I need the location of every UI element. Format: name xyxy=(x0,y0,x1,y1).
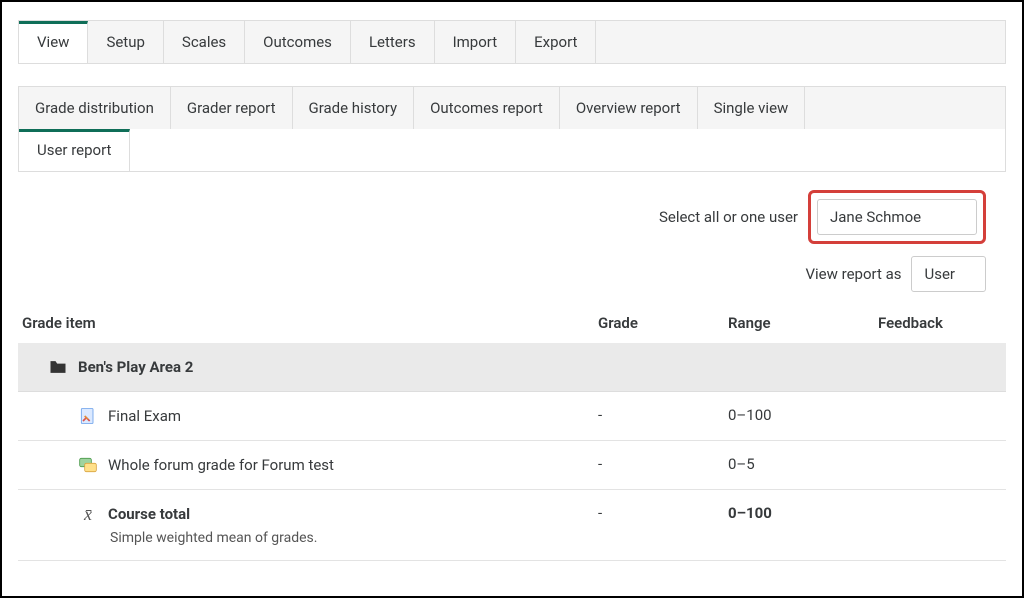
table-row: Whole forum grade for Forum test - 0–5 xyxy=(18,441,1006,490)
secondary-tab-row-2: User report xyxy=(18,129,1006,172)
forum-icon xyxy=(78,455,98,475)
grade-value: - xyxy=(598,406,728,424)
user-select-value: Jane Schmoe xyxy=(830,208,921,226)
range-value: 0–100 xyxy=(728,504,878,522)
col-header-grade: Grade xyxy=(598,314,728,332)
tab-outcomes[interactable]: Outcomes xyxy=(245,21,351,63)
mean-icon: x̄ xyxy=(78,504,98,524)
user-select[interactable]: Jane Schmoe xyxy=(817,199,977,235)
grade-item-name: Course total xyxy=(108,505,190,523)
tab-user-report[interactable]: User report xyxy=(19,129,130,171)
grade-table: Grade item Grade Range Feedback Ben's Pl… xyxy=(18,314,1006,561)
secondary-tab-filler-1 xyxy=(805,87,1005,129)
tab-single-view[interactable]: Single view xyxy=(698,87,806,129)
tab-grade-history[interactable]: Grade history xyxy=(293,87,415,129)
grade-value: - xyxy=(598,455,728,473)
primary-tab-row: View Setup Scales Outcomes Letters Impor… xyxy=(18,20,1006,64)
tab-grade-distribution[interactable]: Grade distribution xyxy=(19,87,171,129)
range-value: 0–5 xyxy=(728,455,878,473)
view-as-select[interactable]: User xyxy=(911,256,986,292)
table-row: x̄ Course total - 0–100 Simple weighted … xyxy=(18,490,1006,561)
tab-letters[interactable]: Letters xyxy=(351,21,435,63)
tab-setup[interactable]: Setup xyxy=(88,21,163,63)
grade-item-name[interactable]: Whole forum grade for Forum test xyxy=(108,456,334,474)
table-row: Final Exam - 0–100 xyxy=(18,392,1006,441)
secondary-tab-filler-2 xyxy=(130,129,1005,171)
col-header-feedback: Feedback xyxy=(878,314,1006,332)
view-as-label: View report as xyxy=(805,265,901,283)
table-header-row: Grade item Grade Range Feedback xyxy=(18,314,1006,343)
tab-overview-report[interactable]: Overview report xyxy=(560,87,698,129)
col-header-item: Grade item xyxy=(18,314,598,332)
course-total-description: Simple weighted mean of grades. xyxy=(78,524,996,546)
category-row: Ben's Play Area 2 xyxy=(18,343,1006,392)
grade-value: - xyxy=(598,504,728,522)
primary-tab-filler xyxy=(596,21,1005,63)
category-name: Ben's Play Area 2 xyxy=(78,358,193,376)
secondary-tab-row-1: Grade distribution Grader report Grade h… xyxy=(18,86,1006,130)
tab-export[interactable]: Export xyxy=(516,21,596,63)
tab-import[interactable]: Import xyxy=(435,21,517,63)
tab-grader-report[interactable]: Grader report xyxy=(171,87,293,129)
range-value: 0–100 xyxy=(728,406,878,424)
assignment-icon xyxy=(78,406,98,426)
tab-view[interactable]: View xyxy=(19,21,88,63)
view-as-value: User xyxy=(924,265,955,283)
col-header-range: Range xyxy=(728,314,878,332)
user-select-highlight: Jane Schmoe xyxy=(808,190,986,244)
user-select-label: Select all or one user xyxy=(659,208,798,226)
tab-scales[interactable]: Scales xyxy=(164,21,245,63)
selectors: Select all or one user Jane Schmoe View … xyxy=(18,190,1006,292)
grade-item-name[interactable]: Final Exam xyxy=(108,407,181,425)
tab-outcomes-report[interactable]: Outcomes report xyxy=(414,87,560,129)
folder-icon xyxy=(48,357,68,377)
